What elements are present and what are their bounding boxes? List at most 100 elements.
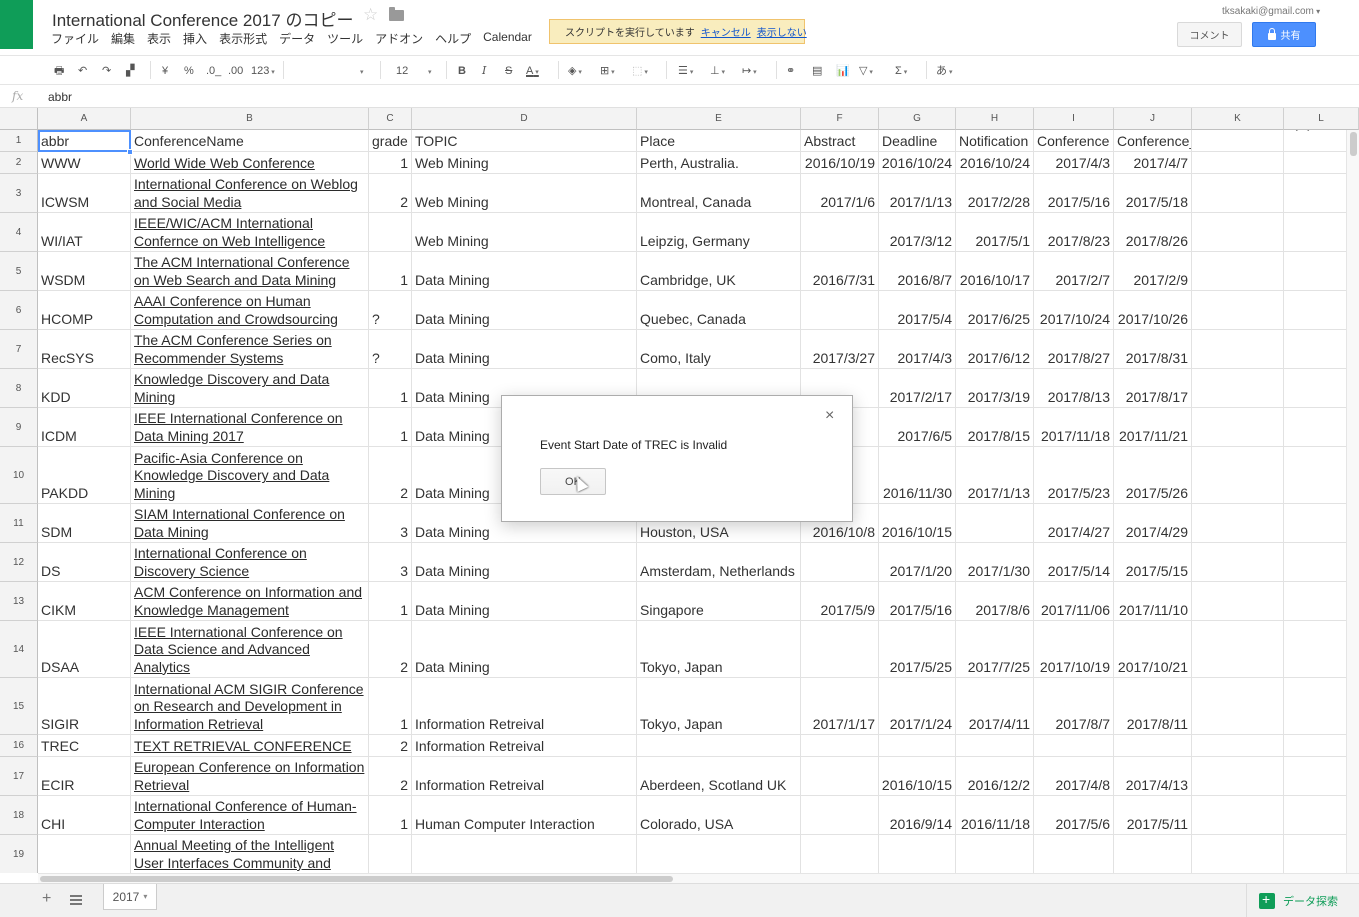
table-cell[interactable] xyxy=(1192,408,1284,447)
table-cell[interactable]: 2017/1/30 xyxy=(956,543,1034,582)
table-cell[interactable]: 2016/10/19 xyxy=(801,152,879,174)
table-cell[interactable]: 2017/5/15 xyxy=(1114,543,1192,582)
star-icon[interactable]: ☆ xyxy=(363,5,378,25)
align-left-icon[interactable]: ☰ xyxy=(678,63,693,79)
header-cell[interactable]: abbr xyxy=(38,130,131,152)
table-cell[interactable]: 2017/5/18 xyxy=(1114,174,1192,213)
vertical-scroll-thumb[interactable] xyxy=(1350,132,1357,156)
conference-link[interactable]: The ACM Conference Series on Recommender… xyxy=(134,332,365,367)
font-size-dropdown[interactable] xyxy=(428,63,432,79)
table-cell[interactable]: 2 xyxy=(369,447,412,504)
table-cell[interactable]: Montreal, Canada xyxy=(637,174,801,213)
table-cell[interactable]: 2017/4/3 xyxy=(879,330,956,369)
table-cell[interactable]: The ACM International Conference on Web … xyxy=(131,252,369,291)
header-cell[interactable]: ConferenceName xyxy=(131,130,369,152)
table-cell[interactable]: SIGIR xyxy=(38,678,131,735)
table-cell[interactable]: 1 xyxy=(369,252,412,291)
horizontal-scrollbar[interactable] xyxy=(38,873,1359,883)
table-cell[interactable]: Cambridge, UK xyxy=(637,252,801,291)
menu-file[interactable]: ファイル xyxy=(45,30,105,47)
table-cell[interactable]: Data Mining xyxy=(412,252,637,291)
table-cell[interactable]: 2017/10/26 xyxy=(1114,291,1192,330)
account-email[interactable]: tksakaki@gmail.com xyxy=(1222,6,1320,17)
table-cell[interactable]: International Conference on Discovery Sc… xyxy=(131,543,369,582)
conference-link[interactable]: International ACM SIGIR Conference on Re… xyxy=(134,681,365,733)
table-cell[interactable]: Pacific-Asia Conference on Knowledge Dis… xyxy=(131,447,369,504)
undo-icon[interactable]: ↶ xyxy=(78,63,87,79)
table-cell[interactable]: 3 xyxy=(369,543,412,582)
table-cell[interactable]: 2017/5/16 xyxy=(879,582,956,621)
table-cell[interactable]: 2017/4/13 xyxy=(1114,757,1192,796)
conference-link[interactable]: Annual Meeting of the Intelligent User I… xyxy=(134,837,365,872)
table-cell[interactable] xyxy=(1192,582,1284,621)
table-cell[interactable]: 2016/8/7 xyxy=(879,252,956,291)
table-cell[interactable]: Web Mining xyxy=(412,174,637,213)
table-cell[interactable]: 2017/1/20 xyxy=(879,543,956,582)
table-cell[interactable]: 2017/8/7 xyxy=(1034,678,1114,735)
conference-link[interactable]: The ACM International Conference on Web … xyxy=(134,254,365,289)
table-cell[interactable]: 2017/3/27 xyxy=(801,330,879,369)
table-cell[interactable]: 2016/10/15 xyxy=(879,757,956,796)
table-cell[interactable] xyxy=(879,735,956,757)
table-cell[interactable] xyxy=(38,835,131,873)
table-cell[interactable] xyxy=(1034,735,1114,757)
conference-link[interactable]: Knowledge Discovery and Data Mining xyxy=(134,371,365,406)
column-header-f[interactable]: F xyxy=(801,108,879,130)
table-cell[interactable]: Information Retreival xyxy=(412,757,637,796)
table-cell[interactable]: IEEE International Conference on Data Mi… xyxy=(131,408,369,447)
table-cell[interactable]: 2017/5/4 xyxy=(879,291,956,330)
banner-cancel-link[interactable]: キャンセル xyxy=(701,24,751,39)
table-cell[interactable]: 2017/8/27 xyxy=(1034,330,1114,369)
conference-link[interactable]: International Conference of Human-Comput… xyxy=(134,798,365,833)
table-cell[interactable]: 2017/5/6 xyxy=(1034,796,1114,835)
close-icon[interactable]: × xyxy=(825,407,834,425)
column-header-k[interactable]: K xyxy=(1192,108,1284,130)
table-cell[interactable]: 2017/2/9 xyxy=(1114,252,1192,291)
table-cell[interactable]: The ACM Conference Series on Recommender… xyxy=(131,330,369,369)
table-cell[interactable]: 1 xyxy=(369,796,412,835)
table-cell[interactable]: 2017/5/14 xyxy=(1034,543,1114,582)
table-cell[interactable] xyxy=(1192,213,1284,252)
header-cell[interactable]: Deadline xyxy=(879,130,956,152)
table-cell[interactable]: 2016/10/24 xyxy=(956,152,1034,174)
table-cell[interactable]: 2016/10/24 xyxy=(879,152,956,174)
table-cell[interactable]: WWW xyxy=(38,152,131,174)
table-cell[interactable]: Amsterdam, Netherlands xyxy=(637,543,801,582)
table-cell[interactable]: International ACM SIGIR Conference on Re… xyxy=(131,678,369,735)
filter-icon[interactable]: ▽ xyxy=(859,63,873,79)
table-cell[interactable]: 2016/10/17 xyxy=(956,252,1034,291)
font-family-dropdown[interactable] xyxy=(360,63,364,79)
table-cell[interactable]: 2017/2/7 xyxy=(1034,252,1114,291)
table-cell[interactable] xyxy=(1192,447,1284,504)
table-cell[interactable]: 2017/3/12 xyxy=(879,213,956,252)
table-cell[interactable]: 2 xyxy=(369,757,412,796)
share-button[interactable]: 共有 xyxy=(1252,22,1316,47)
table-cell[interactable] xyxy=(956,735,1034,757)
table-cell[interactable]: Colorado, USA xyxy=(637,796,801,835)
table-cell[interactable]: 2017/8/11 xyxy=(1114,678,1192,735)
table-cell[interactable]: 2017/3/19 xyxy=(956,369,1034,408)
column-header-g[interactable]: G xyxy=(879,108,956,130)
table-cell[interactable]: 2017/11/06 xyxy=(1034,582,1114,621)
strikethrough-button[interactable]: S xyxy=(505,63,512,79)
table-cell[interactable]: 2 xyxy=(369,621,412,678)
row-header[interactable]: 16 xyxy=(0,735,38,757)
banner-hide-link[interactable]: 表示しない xyxy=(757,24,807,39)
table-cell[interactable] xyxy=(369,835,412,873)
table-cell[interactable] xyxy=(1192,735,1284,757)
row-header[interactable]: 7 xyxy=(0,330,38,369)
table-cell[interactable]: 2017/8/13 xyxy=(1034,369,1114,408)
increase-decimal-button[interactable]: .00 xyxy=(228,63,243,79)
merge-cells-icon[interactable]: ⬚ xyxy=(632,63,648,79)
column-header-h[interactable]: H xyxy=(956,108,1034,130)
table-cell[interactable]: 1 xyxy=(369,152,412,174)
explore-button[interactable]: データ探索 xyxy=(1246,884,1359,917)
table-cell[interactable]: 2017/4/3 xyxy=(1034,152,1114,174)
font-size-value[interactable]: 12 xyxy=(396,63,408,79)
table-cell[interactable]: IEEE/WIC/ACM International Confernce on … xyxy=(131,213,369,252)
table-cell[interactable] xyxy=(1192,621,1284,678)
table-cell[interactable]: 2017/1/13 xyxy=(956,447,1034,504)
table-cell[interactable]: Human Computer Interaction xyxy=(412,796,637,835)
table-cell[interactable]: ICWSM xyxy=(38,174,131,213)
table-cell[interactable]: 2017/4/27 xyxy=(1034,504,1114,543)
